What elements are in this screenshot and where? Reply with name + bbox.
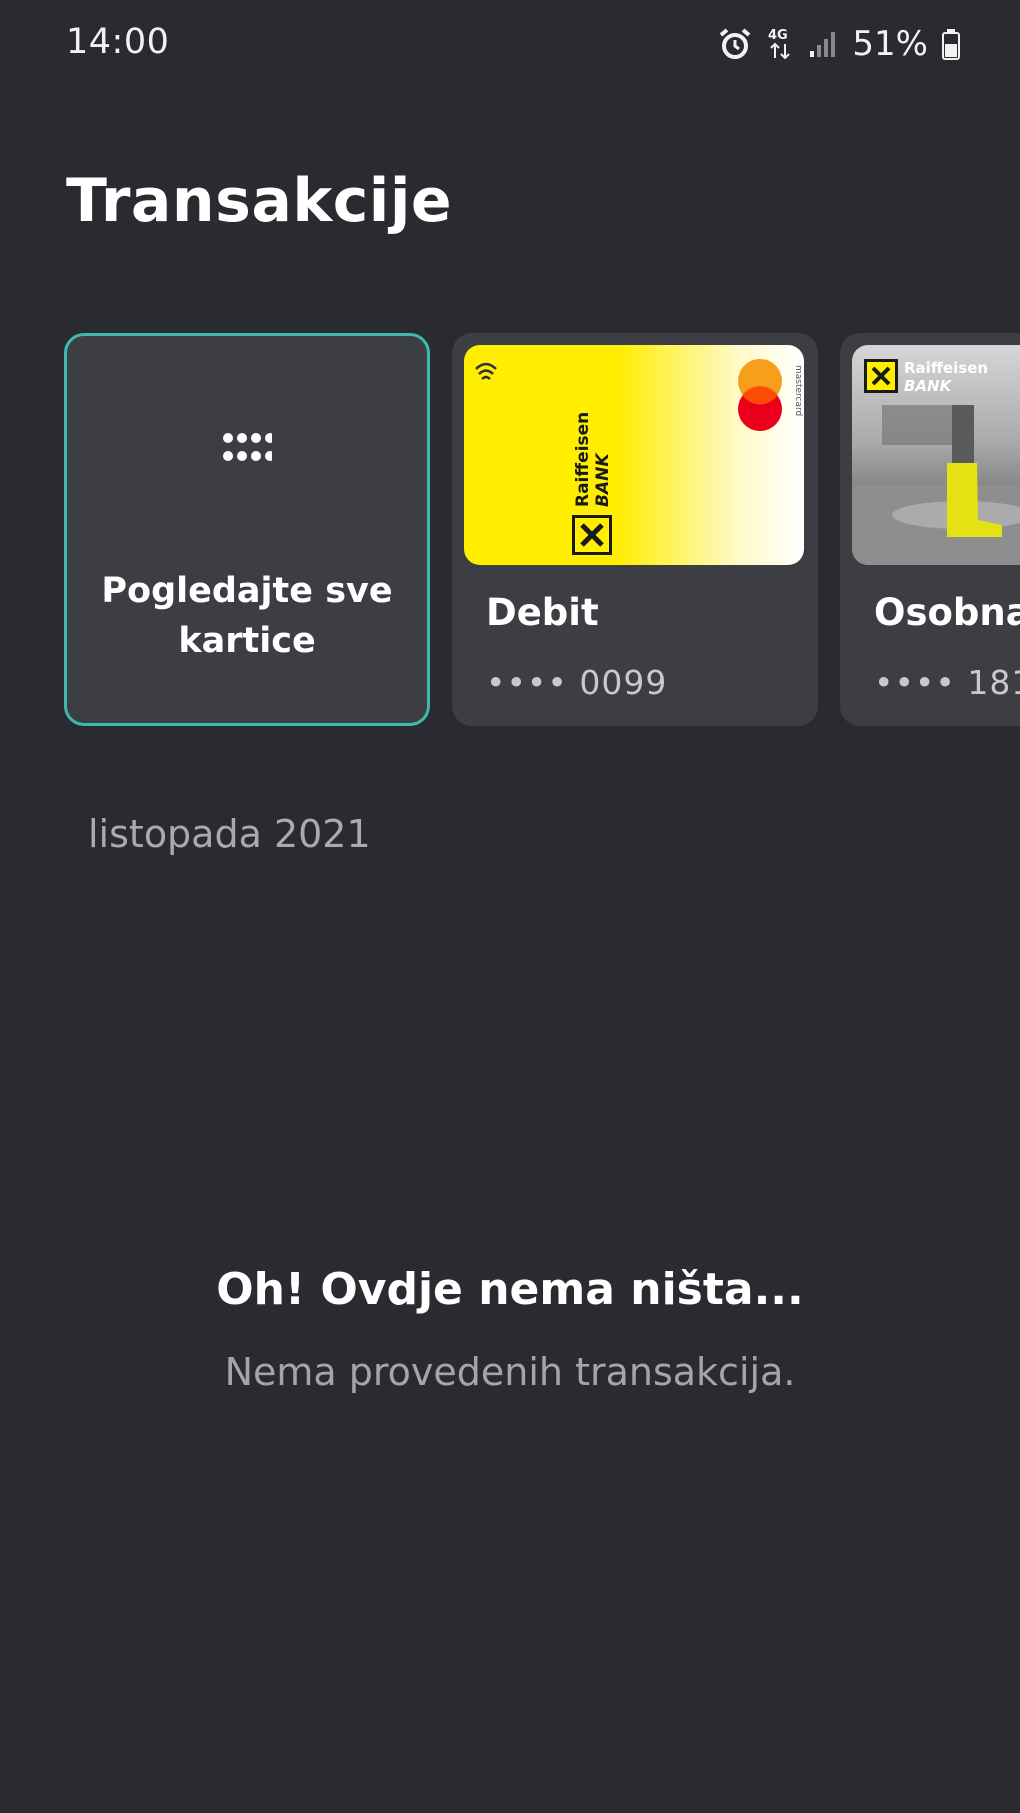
card-name: Debit [486, 591, 599, 634]
view-all-cards-label: Pogledajte sve kartice [101, 571, 393, 661]
card-masked-number: •••• 0099 [486, 663, 668, 702]
month-label: listopada 2021 [88, 812, 371, 856]
card-image-osobna: Raiffeisen BANK [852, 345, 1020, 565]
battery-icon [942, 28, 960, 60]
card-masked-number: •••• 1815 [874, 663, 1020, 702]
raiffeisen-logo-osobna: Raiffeisen BANK [864, 359, 988, 395]
network-type-text: 4G [768, 28, 788, 43]
contactless-icon [475, 362, 497, 380]
status-icons: 4G 51% [718, 22, 960, 66]
svg-text:BANK: BANK [593, 452, 613, 507]
empty-state-title: Oh! Ovdje nema ništa... [216, 1264, 804, 1315]
card-image-debit: mastercard Raiffeisen BANK [464, 345, 804, 565]
svg-text:Raiffeisen: Raiffeisen [904, 359, 988, 377]
raiffeisen-logo: Raiffeisen BANK [572, 412, 613, 555]
svg-text:Raiffeisen: Raiffeisen [573, 412, 593, 507]
mastercard-logo: mastercard [738, 359, 803, 431]
empty-state-subtitle: Nema provedenih transakcija. [224, 1350, 796, 1394]
signal-icon [808, 29, 838, 59]
card-tile-osobna[interactable]: Raiffeisen BANK Osobna •••• 1815 [840, 333, 1020, 726]
page-title: Transakcije [66, 166, 453, 236]
status-time: 14:00 [66, 22, 170, 62]
card-tile-debit[interactable]: mastercard Raiffeisen BANK Debit •••• 00… [452, 333, 818, 726]
status-bar: 14:00 4G 51% [0, 0, 1020, 90]
cards-carousel[interactable]: Pogledajte sve kartice mastercard Raiffe… [0, 333, 1020, 728]
network-4g-icon: 4G [766, 26, 794, 62]
mastercard-text: mastercard [793, 365, 803, 416]
alarm-icon [718, 27, 752, 61]
card-name: Osobna [874, 591, 1020, 634]
grid-dots-icon [222, 432, 275, 470]
svg-text:BANK: BANK [904, 377, 953, 395]
battery-percent: 51% [852, 24, 928, 64]
view-all-cards-tile[interactable]: Pogledajte sve kartice [64, 333, 430, 726]
